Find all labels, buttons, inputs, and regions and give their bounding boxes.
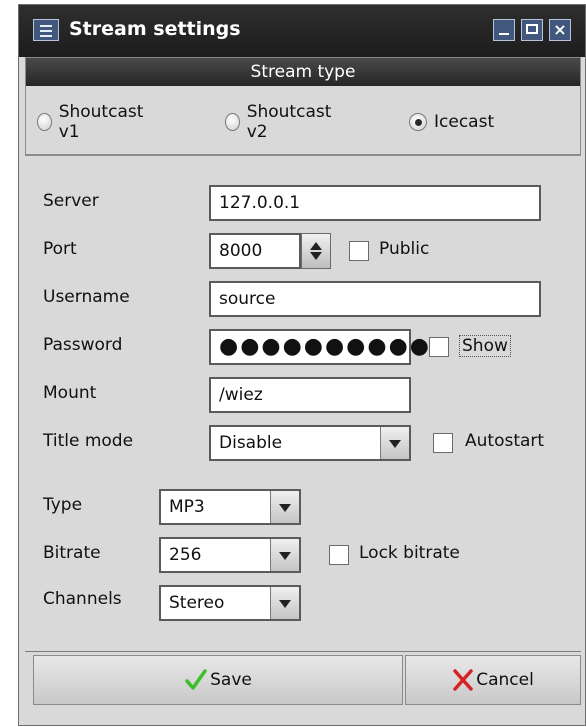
port-label: Port (43, 239, 77, 259)
cancel-label: Cancel (476, 670, 534, 690)
port-spinner[interactable] (301, 233, 331, 269)
close-button[interactable]: × (549, 19, 571, 41)
spin-up-icon[interactable] (310, 242, 322, 250)
menu-icon[interactable] (33, 19, 59, 41)
port-input[interactable]: 8000 (209, 233, 301, 269)
radio-shoutcast-v2[interactable]: Shoutcast v2 (225, 102, 335, 142)
channels-select[interactable]: Stereo (159, 585, 301, 621)
minimize-button[interactable] (493, 19, 515, 41)
public-checkbox[interactable] (349, 241, 369, 261)
channels-value: Stereo (169, 593, 225, 613)
mount-label: Mount (43, 383, 97, 403)
title-bar[interactable]: Stream settings × (19, 5, 585, 57)
channels-label: Channels (43, 589, 122, 609)
stream-type-header: Stream type (26, 58, 580, 86)
radio-selected-icon (409, 113, 427, 131)
window-title: Stream settings (69, 18, 241, 40)
save-button[interactable]: Save (33, 655, 403, 705)
bitrate-value: 256 (169, 545, 202, 565)
type-select[interactable]: MP3 (159, 489, 301, 525)
maximize-button[interactable] (521, 19, 543, 41)
title-mode-select[interactable]: Disable (209, 425, 411, 461)
stream-settings-window: Stream settings × Stream type Shoutcast … (18, 4, 586, 726)
radio-label: Shoutcast v2 (246, 102, 332, 142)
title-mode-label: Title mode (43, 431, 134, 451)
spin-down-icon[interactable] (310, 252, 322, 260)
save-label: Save (210, 670, 252, 690)
type-value: MP3 (169, 497, 205, 517)
mount-input[interactable]: /wiez (209, 377, 411, 413)
chevron-down-icon[interactable] (380, 427, 409, 459)
radio-icecast[interactable]: Icecast (409, 109, 494, 135)
divider (25, 651, 581, 652)
radio-label: Shoutcast v1 (58, 102, 144, 142)
show-password-checkbox[interactable] (429, 337, 449, 357)
show-password-label: Show (459, 335, 511, 357)
radio-shoutcast-v1[interactable]: Shoutcast v1 (37, 102, 147, 142)
chevron-down-icon[interactable] (270, 587, 299, 619)
type-label: Type (43, 495, 83, 515)
title-mode-value: Disable (219, 433, 283, 453)
checkmark-icon (185, 669, 207, 690)
cancel-button[interactable]: Cancel (405, 655, 581, 705)
bitrate-label: Bitrate (43, 543, 101, 563)
server-input[interactable]: 127.0.0.1 (209, 185, 541, 221)
autostart-label: Autostart (465, 431, 545, 451)
bitrate-select[interactable]: 256 (159, 537, 301, 573)
radio-unselected-icon (225, 113, 240, 131)
divider (25, 155, 581, 156)
server-label: Server (43, 191, 99, 211)
username-label: Username (43, 287, 130, 307)
autostart-checkbox[interactable] (433, 433, 453, 453)
radio-unselected-icon (37, 113, 52, 131)
cancel-x-icon (453, 669, 473, 691)
public-label: Public (379, 239, 430, 259)
lock-bitrate-label: Lock bitrate (359, 543, 460, 563)
radio-label: Icecast (434, 112, 495, 132)
username-input[interactable]: source (209, 281, 541, 317)
password-input[interactable]: ●●●●●●●●●● (209, 329, 429, 365)
lock-bitrate-checkbox[interactable] (329, 545, 349, 565)
chevron-down-icon[interactable] (270, 539, 299, 571)
password-label: Password (43, 335, 123, 355)
chevron-down-icon[interactable] (270, 491, 299, 523)
